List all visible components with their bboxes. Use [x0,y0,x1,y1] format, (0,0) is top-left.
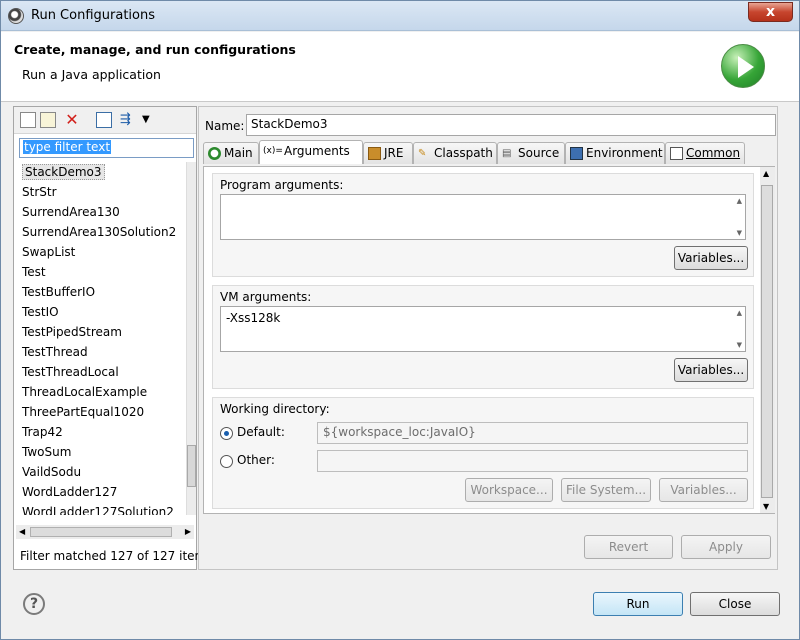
close-button[interactable]: Close [690,592,780,616]
delete-config-icon[interactable]: ✕ [64,112,80,128]
scroll-up-icon[interactable]: ▲ [737,197,742,205]
collapse-all-icon[interactable] [96,112,112,128]
duplicate-config-icon[interactable] [40,112,56,128]
tab-classpath[interactable]: ✎ Classpath [413,142,497,164]
main-tab-icon: ● [208,147,221,160]
arguments-tab-panel: ▲ ▼ Program arguments: ▲ ▼ Variables... … [203,166,775,514]
filter-placeholder: type filter text [23,140,112,154]
list-item[interactable]: TestIO [16,302,186,322]
environment-tab-icon [570,147,583,160]
scroll-down-icon[interactable]: ▼ [737,341,742,349]
list-item[interactable]: StrStr [16,182,186,202]
configuration-editor: Name: StackDemo3 ● Main (x)= Arguments J… [198,106,778,570]
other-radio[interactable] [220,455,233,468]
source-tab-icon: ▤ [502,148,512,159]
list-item[interactable]: ThreePartEqual1020 [16,402,186,422]
vm-arguments-input[interactable]: -Xss128k ▲ ▼ [220,306,746,352]
name-label: Name: [205,119,245,133]
list-item[interactable]: StackDemo3 [16,162,186,182]
filter-status: Filter matched 127 of 127 item [20,549,207,563]
common-tab-icon [670,147,683,160]
tab-common[interactable]: Common [665,142,745,164]
list-item[interactable]: TestThread [16,342,186,362]
list-vertical-scrollbar[interactable] [186,162,196,515]
config-tabs: ● Main (x)= Arguments JRE ✎ Classpath ▤ … [203,140,775,166]
list-item[interactable]: WordLadder127 [16,482,186,502]
list-item[interactable]: Trap42 [16,422,186,442]
configuration-list-panel: ✕ ⇶ ▼ type filter text StackDemo3 StrStr… [13,106,206,570]
list-item[interactable]: TestThreadLocal [16,362,186,382]
jre-tab-icon [368,147,381,160]
scroll-right-icon[interactable]: ▶ [185,525,191,539]
vm-variables-button[interactable]: Variables... [674,358,748,382]
directory-variables-button[interactable]: Variables... [659,478,748,502]
default-radio[interactable] [220,427,233,440]
header-title: Create, manage, and run configurations [14,42,296,57]
filter-input[interactable]: type filter text [19,138,194,158]
default-label: Default: [237,425,285,439]
program-arguments-input[interactable]: ▲ ▼ [220,194,746,240]
apply-button[interactable]: Apply [681,535,771,559]
scrollbar-thumb[interactable] [30,527,172,537]
tab-environment[interactable]: Environment [565,142,665,164]
vm-arguments-group: VM arguments: -Xss128k ▲ ▼ Variables... [212,285,754,389]
list-item[interactable]: VaildSodu [16,462,186,482]
scroll-up-icon[interactable]: ▲ [737,309,742,317]
tab-source[interactable]: ▤ Source [497,142,565,164]
configuration-list: StackDemo3 StrStr SurrendArea130 Surrend… [16,162,186,515]
run-banner-icon [721,44,765,88]
scroll-left-icon[interactable]: ◀ [19,525,25,539]
list-item[interactable]: ThreadLocalExample [16,382,186,402]
view-menu-icon[interactable]: ▼ [142,112,158,128]
default-directory-field: ${workspace_loc:JavaIO} [317,422,748,444]
header-subtitle: Run a Java application [22,67,161,82]
tab-arguments[interactable]: (x)= Arguments [259,140,363,164]
classpath-tab-icon: ✎ [418,148,427,159]
program-arguments-label: Program arguments: [220,178,344,192]
new-config-icon[interactable] [20,112,36,128]
window-title: Run Configurations [31,8,155,23]
list-item[interactable]: SurrendArea130 [16,202,186,222]
workspace-button[interactable]: Workspace... [465,478,553,502]
scroll-up-icon[interactable]: ▲ [763,169,769,178]
list-item[interactable]: TestBufferIO [16,282,186,302]
tab-main[interactable]: ● Main [203,142,259,164]
scrollbar-thumb[interactable] [761,185,773,498]
working-directory-group: Working directory: Default: ${workspace_… [212,397,754,509]
program-arguments-group: Program arguments: ▲ ▼ Variables... [212,173,754,277]
program-variables-button[interactable]: Variables... [674,246,748,270]
arguments-tab-icon: (x)= [263,146,283,156]
other-label: Other: [237,453,275,467]
panel-vertical-scrollbar[interactable]: ▲ ▼ [760,167,775,513]
scrollbar-thumb[interactable] [187,445,196,487]
file-system-button[interactable]: File System... [561,478,651,502]
run-configurations-window: Run Configurations x Create, manage, and… [0,0,800,640]
help-icon[interactable]: ? [23,593,45,615]
close-window-button[interactable]: x [748,2,793,22]
working-directory-label: Working directory: [220,402,330,416]
scroll-down-icon[interactable]: ▼ [763,502,769,511]
scroll-down-icon[interactable]: ▼ [737,229,742,237]
list-toolbar: ✕ ⇶ ▼ [14,107,196,134]
gear-icon [8,8,24,24]
list-item[interactable]: TestPipedStream [16,322,186,342]
list-item[interactable]: TwoSum [16,442,186,462]
run-button[interactable]: Run [593,592,683,616]
title-bar[interactable]: Run Configurations x [1,1,799,31]
tab-jre[interactable]: JRE [363,142,413,164]
name-field[interactable]: StackDemo3 [246,114,776,136]
list-item[interactable]: SurrendArea130Solution2 [16,222,186,242]
list-item[interactable]: WordLadder127Solution2 [16,502,186,515]
list-item[interactable]: SwapList [16,242,186,262]
list-horizontal-scrollbar[interactable]: ◀ ▶ [16,525,194,539]
revert-button[interactable]: Revert [584,535,673,559]
list-item[interactable]: Test [16,262,186,282]
vm-arguments-label: VM arguments: [220,290,312,304]
other-directory-field[interactable] [317,450,748,472]
filter-config-icon[interactable]: ⇶ [120,112,136,128]
dialog-header: Create, manage, and run configurations R… [1,32,799,102]
